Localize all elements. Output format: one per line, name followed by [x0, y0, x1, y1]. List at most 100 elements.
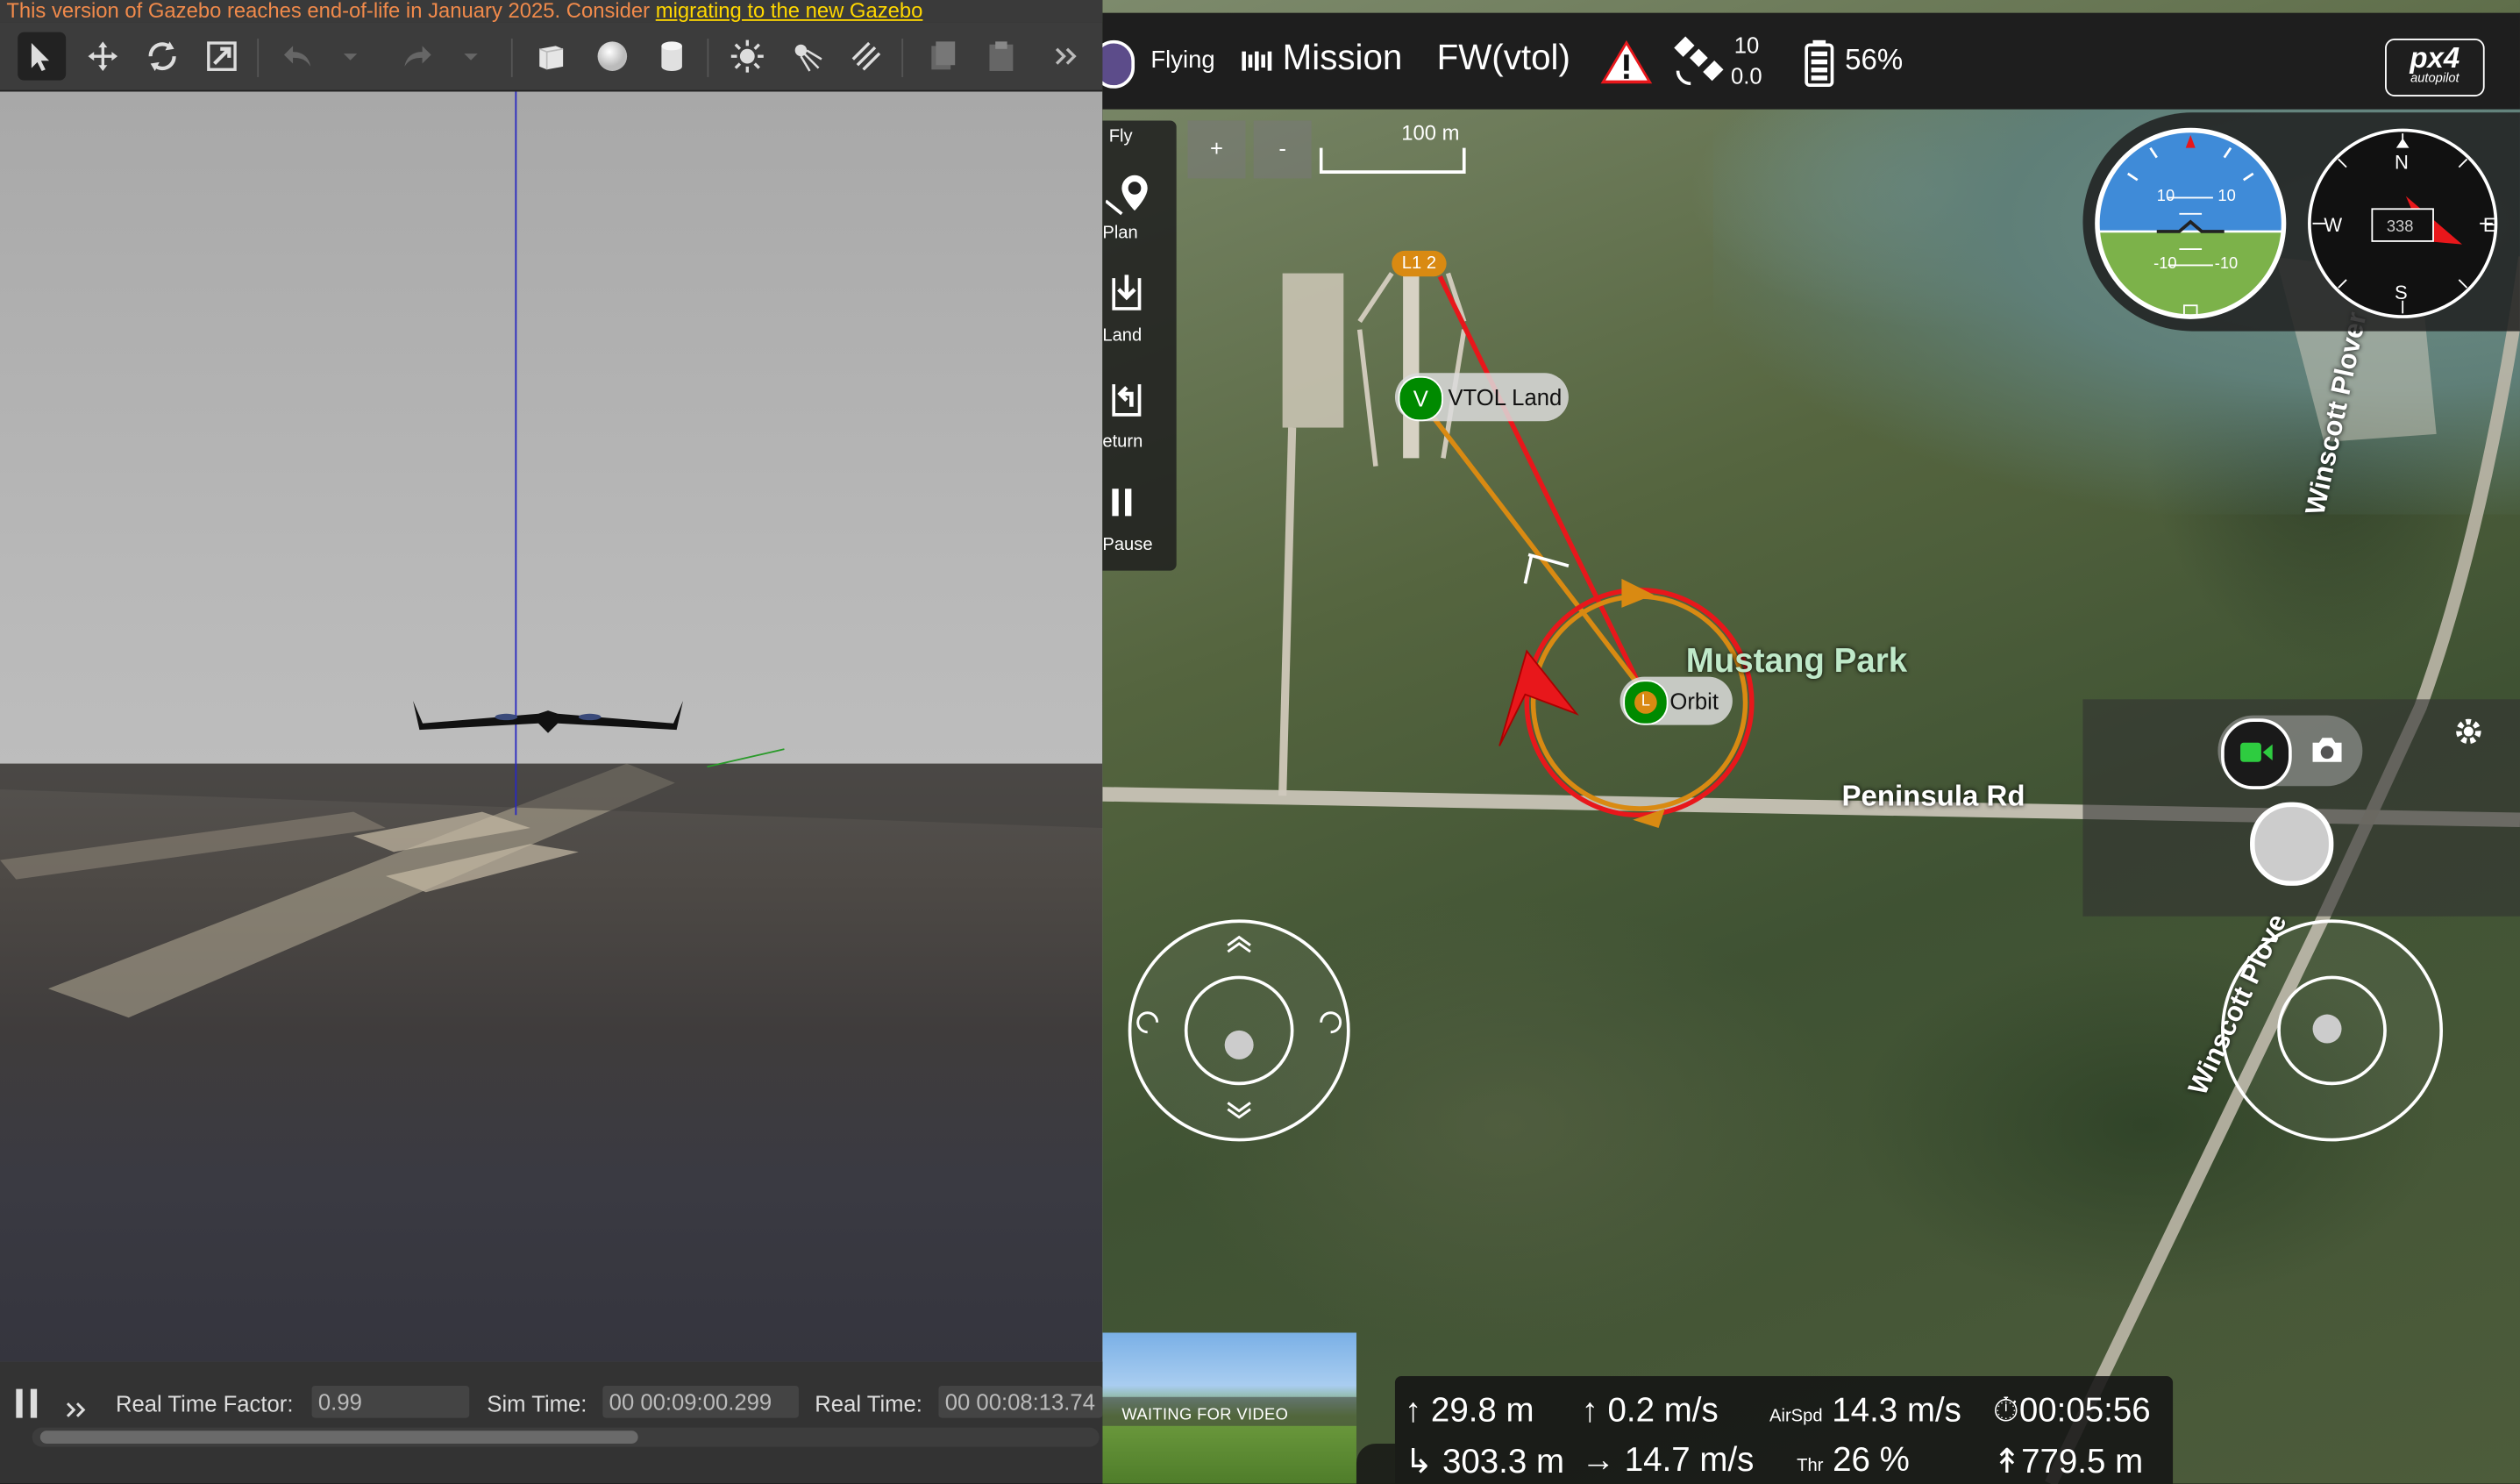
video-camera-icon	[2240, 742, 2273, 762]
sim-time-label: Sim Time:	[487, 1390, 587, 1416]
distance-value: ↳ 303.3 m	[1404, 1443, 1565, 1481]
redo-menu-icon	[464, 54, 478, 61]
park-label: Mustang Park	[1685, 643, 1908, 681]
redo-history-button[interactable]	[455, 32, 488, 81]
loiter-marker-label: L1 2	[1401, 253, 1437, 274]
spot-light-button[interactable]	[783, 32, 831, 81]
more-icon	[1055, 47, 1077, 65]
waypoint-l-inner: L	[1634, 691, 1657, 714]
scrollbar-thumb[interactable]	[39, 1430, 638, 1444]
pitch-label-1: 10	[2156, 188, 2175, 206]
flight-state[interactable]: Flying	[1150, 46, 1214, 74]
insert-cylinder-button[interactable]	[648, 32, 696, 81]
redo-icon	[404, 46, 431, 67]
loiter-marker-l12[interactable]: L1 2	[1392, 250, 1447, 277]
battery-icon[interactable]	[1804, 39, 1836, 87]
pitch-label-4: -10	[2214, 255, 2239, 274]
left-virtual-joystick[interactable]	[1125, 917, 1353, 1145]
eol-banner: This version of Gazebo reaches end-of-li…	[0, 0, 1103, 23]
px4-logo: px4 autopilot	[2385, 38, 2485, 96]
px4-logo-text: px4	[2410, 41, 2460, 75]
home-distance-value: ↟779.5 m	[1992, 1443, 2144, 1481]
video-thumbnail[interactable]: WAITING FOR VIDEO	[1102, 1332, 1356, 1484]
eol-migrate-link[interactable]: migrating to the new Gazebo	[656, 0, 923, 23]
undo-menu-icon	[343, 54, 358, 61]
undo-button[interactable]	[274, 32, 322, 81]
waypoint-orbit-label: Orbit	[1669, 688, 1719, 714]
mission-icon	[1242, 51, 1272, 71]
vertical-speed-value: ↑ 0.2 m/s	[1581, 1392, 1719, 1430]
distance-icon: ↳	[1404, 1443, 1434, 1481]
flight-mode[interactable]: Mission	[1283, 37, 1403, 79]
undo-history-button[interactable]	[334, 32, 367, 81]
compass-n: N	[2395, 151, 2409, 174]
pause-icon	[16, 1388, 38, 1418]
return-label: eturn	[1102, 432, 1143, 453]
plan-button[interactable]: Plan	[1102, 166, 1176, 246]
shutter-button[interactable]	[2250, 802, 2334, 886]
scale-mode-button[interactable]	[197, 32, 246, 81]
gazebo-status-bar: Real Time Factor: 0.99 Sim Time: 00 00:0…	[0, 1361, 1103, 1484]
real-time-label: Real Time:	[815, 1390, 922, 1416]
compass-heading: 338	[2386, 218, 2414, 237]
fly-toolbar: Fly Plan Land eturn Pause	[1102, 120, 1177, 571]
toolbar-overflow-button[interactable]	[1042, 32, 1090, 81]
pitch-label-3: -10	[2153, 255, 2177, 274]
gps-satellite-icon[interactable]	[1671, 35, 1726, 87]
zoom-in-button[interactable]: +	[1187, 120, 1246, 179]
translate-mode-button[interactable]	[79, 32, 127, 81]
waypoint-l-marker[interactable]: L	[1623, 680, 1669, 725]
right-virtual-joystick[interactable]	[2217, 917, 2445, 1145]
copy-button[interactable]	[918, 32, 966, 81]
camera-settings-icon[interactable]	[2452, 716, 2485, 748]
waypoint-v-marker[interactable]: V	[1398, 375, 1443, 422]
return-button[interactable]: eturn	[1102, 375, 1176, 455]
qgc-logo-button[interactable]	[1102, 39, 1135, 89]
select-mode-button[interactable]	[18, 32, 67, 81]
directional-light-button[interactable]	[842, 32, 890, 81]
rotate-mode-button[interactable]	[139, 32, 187, 81]
vertical-speed-icon: ↑	[1581, 1392, 1598, 1430]
warning-icon[interactable]	[1599, 37, 1654, 85]
gazebo-3d-view[interactable]	[0, 91, 1103, 1362]
step-button[interactable]	[64, 1397, 89, 1423]
pause-mission-icon	[1112, 489, 1132, 517]
qgc-toolbar: Flying Mission FW(vtol) 10 0.0 56% px4 au…	[1102, 12, 2520, 110]
directional-light-icon	[851, 41, 881, 71]
pause-button[interactable]	[14, 1388, 39, 1420]
photo-camera-icon[interactable]	[2310, 735, 2345, 764]
insert-sphere-button[interactable]	[588, 32, 637, 81]
land-button[interactable]: Land	[1102, 268, 1176, 349]
video-mode-button[interactable]	[2221, 718, 2292, 789]
flight-time-value: ⏱00:05:56	[1992, 1392, 2151, 1430]
video-expand-button[interactable]	[1356, 1443, 1395, 1484]
throttle-value: Thr 26 %	[1797, 1442, 1910, 1480]
insert-box-button[interactable]	[527, 32, 575, 81]
point-light-icon	[730, 39, 764, 73]
battery-percent: 56%	[1845, 43, 1904, 76]
sim-time-value: 00 00:09:00.299	[602, 1385, 799, 1418]
copy-icon	[931, 41, 956, 70]
pause-mission-button[interactable]: Pause	[1102, 477, 1176, 558]
qgroundcontrol-window: Mustang Park Peninsula Rd Winscott Plove…	[1102, 0, 2520, 1484]
gazebo-toolbar	[0, 22, 1103, 92]
ground-speed-value: → 14.7 m/s	[1581, 1442, 1755, 1480]
zoom-out-button[interactable]: -	[1253, 120, 1312, 179]
spot-light-icon	[794, 44, 822, 72]
real-time-value: 00 00:08:13.74	[938, 1385, 1103, 1418]
redo-button[interactable]	[394, 32, 442, 81]
point-light-button[interactable]	[723, 32, 772, 81]
plan-icon	[1106, 175, 1148, 216]
box-icon	[538, 46, 564, 70]
translate-icon	[88, 41, 118, 71]
compass-s: S	[2395, 281, 2408, 304]
pitch-label-2: 10	[2217, 188, 2236, 206]
paste-button[interactable]	[977, 32, 1025, 81]
airspeed-value: AirSpd 14.3 m/s	[1769, 1392, 1961, 1430]
vehicle-type[interactable]: FW(vtol)	[1437, 37, 1570, 79]
telemetry-panel: ↑ 29.8 m ↑ 0.2 m/s AirSpd 14.3 m/s ⏱00:0…	[1394, 1375, 2174, 1484]
gps-satellite-count: 10	[1733, 32, 1760, 58]
attitude-indicator	[2095, 127, 2287, 319]
px4-logo-sub: autopilot	[2410, 70, 2459, 86]
peninsula-rd-label: Peninsula Rd	[1841, 779, 2025, 812]
